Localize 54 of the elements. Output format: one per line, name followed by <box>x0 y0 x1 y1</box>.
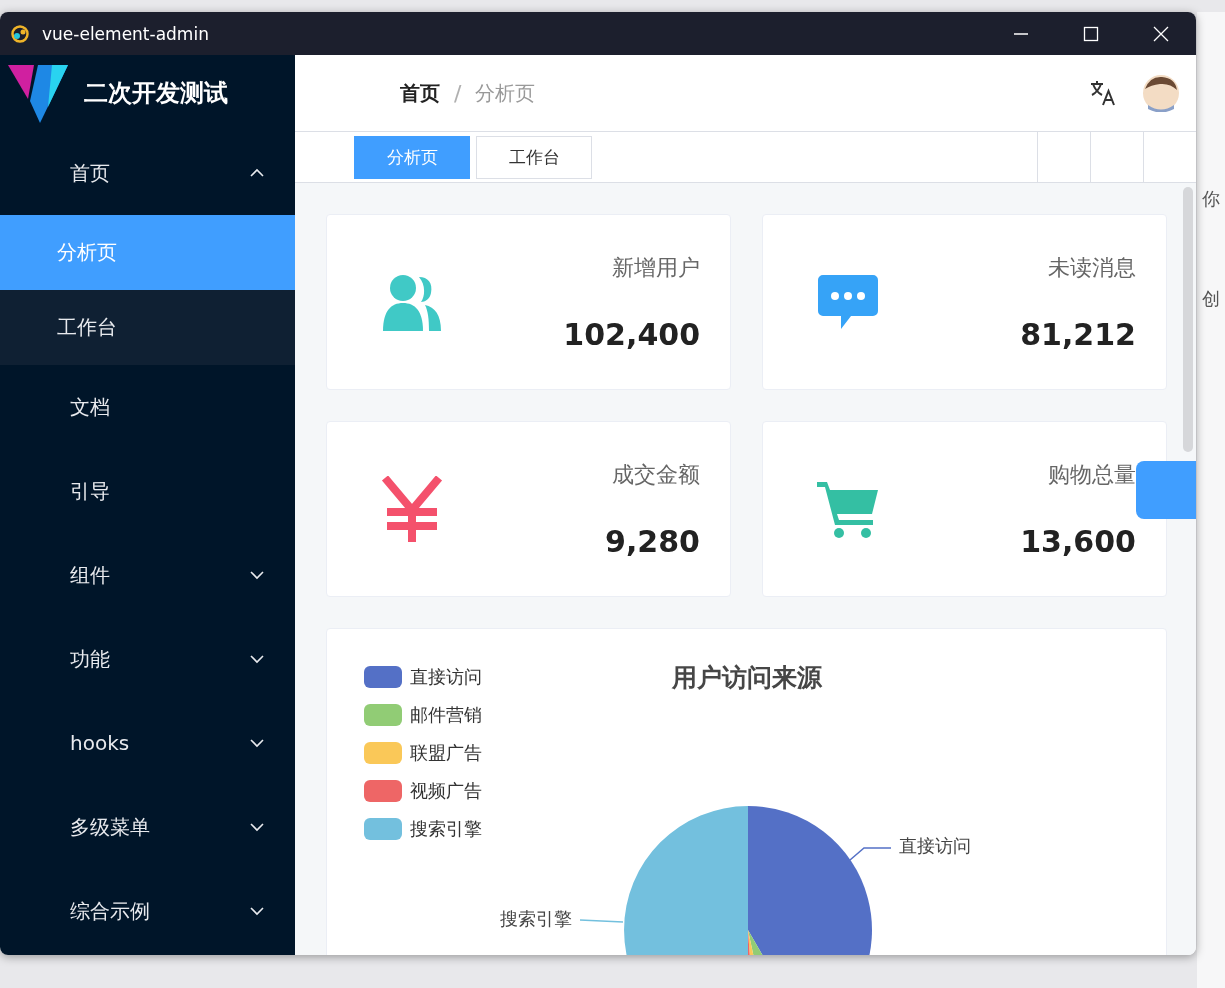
menu-item[interactable]: hooks <box>0 701 295 785</box>
leader-line <box>849 847 892 861</box>
legend-label[interactable]: 直接访问 <box>410 665 482 689</box>
menu-item[interactable]: 首页 <box>0 131 295 215</box>
slice-label: 直接访问 <box>899 835 971 856</box>
chevron-icon <box>249 906 265 916</box>
breadcrumb-item: 分析页 <box>475 79 536 107</box>
chevron-icon <box>249 570 265 580</box>
slice-label: 搜索引擎 <box>500 908 572 929</box>
legend-swatch[interactable] <box>364 704 402 726</box>
menu-item[interactable]: 多级菜单 <box>0 785 295 869</box>
stat-value: 81,212 <box>1020 316 1136 352</box>
menu-item[interactable]: 功能 <box>0 617 295 701</box>
breadcrumb-separator: / <box>454 80 462 106</box>
menu-item[interactable]: 组件 <box>0 533 295 617</box>
legend-label[interactable]: 联盟广告 <box>410 741 482 765</box>
leader-line <box>579 919 624 923</box>
stat-title: 新增用户 <box>612 253 700 282</box>
background-text: 你 <box>1202 187 1220 211</box>
translate-icon[interactable] <box>1090 80 1116 106</box>
legend-swatch[interactable] <box>364 780 402 802</box>
legend-label[interactable]: 搜索引擎 <box>410 817 482 841</box>
background-text: 创 <box>1202 287 1220 311</box>
yen-icon <box>381 476 443 542</box>
scrollbar[interactable] <box>1183 187 1193 452</box>
stat-title: 成交金额 <box>612 460 700 489</box>
chevron-icon <box>249 738 265 748</box>
menu-item[interactable]: 文档 <box>0 365 295 449</box>
breadcrumb-item[interactable]: 首页 <box>400 79 440 107</box>
app-icon <box>10 23 30 44</box>
chevron-icon <box>249 168 265 178</box>
menu-item[interactable]: 引导 <box>0 449 295 533</box>
legend-label[interactable]: 邮件营销 <box>410 703 482 727</box>
avatar[interactable] <box>1142 74 1180 112</box>
legend-swatch[interactable] <box>364 818 402 840</box>
close-icon[interactable] <box>1153 25 1169 42</box>
stat-title: 未读消息 <box>1048 253 1136 282</box>
submenu-item[interactable]: 工作台 <box>0 290 295 365</box>
logo-text: 二次开发测试 <box>84 78 228 109</box>
stat-value: 102,400 <box>563 316 700 352</box>
window-title: vue-element-admin <box>42 23 209 44</box>
stat-value: 13,600 <box>1020 523 1136 559</box>
legend-swatch[interactable] <box>364 742 402 764</box>
stat-title: 购物总量 <box>1048 460 1136 489</box>
chevron-icon <box>249 822 265 832</box>
legend-label[interactable]: 视频广告 <box>410 779 482 803</box>
stat-value: 9,280 <box>605 523 700 559</box>
maximize-icon[interactable] <box>1083 25 1099 42</box>
tab[interactable]: 工作台 <box>476 135 592 179</box>
logo-icon <box>8 63 68 123</box>
menu-item[interactable]: 综合示例 <box>0 869 295 953</box>
chart-title: 用户访问来源 <box>671 662 822 694</box>
chevron-icon <box>249 654 265 664</box>
legend-swatch[interactable] <box>364 666 402 688</box>
